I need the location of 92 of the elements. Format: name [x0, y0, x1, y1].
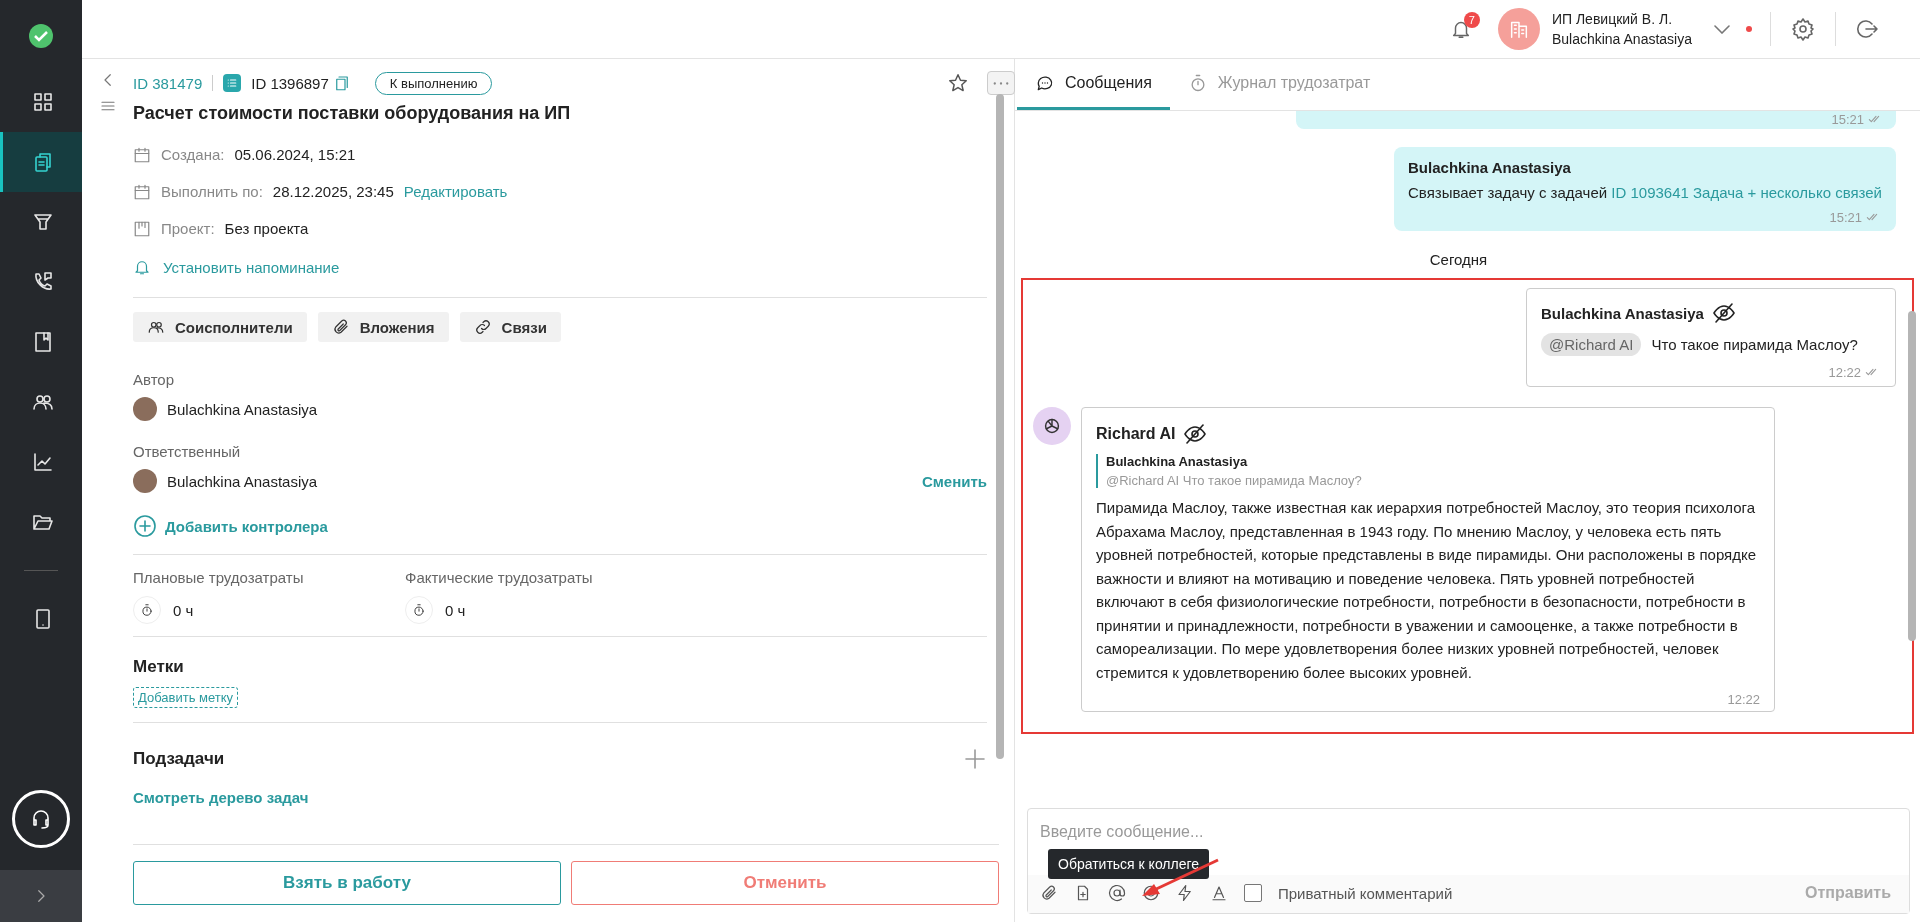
paperclip-icon	[1040, 884, 1058, 902]
send-button[interactable]: Отправить	[1799, 883, 1897, 903]
message-author: Bulachkina Anastasiya	[1541, 304, 1704, 322]
logo-icon	[28, 23, 54, 49]
effort-label: Плановые трудозатраты	[133, 569, 305, 586]
status-dot	[1746, 26, 1752, 32]
lightning-button[interactable]	[1176, 884, 1194, 902]
tab[interactable]: Журнал трудозатрат	[1169, 59, 1389, 110]
mention-chip: @Richard AI	[1541, 333, 1642, 356]
field-label: Выполнить по:	[161, 183, 263, 200]
ellipsis-icon	[993, 81, 1009, 85]
star-button[interactable]	[947, 72, 969, 94]
board-icon	[133, 219, 151, 238]
message-text: Пирамида Маслоу, также известная как иерархия потребностей Маслоу, это теория психолога Абрахама Маслоу, представленная в 1943 году. По мнению Маслоу, у человека есть пять уровней потребностей, которые представлены в виде пирамиды. Они расположены в порядке важности и влияют на мотивацию и поведение человека. Пять уровней потребностей включают в себя физиологические потребности, потребности в безопасности, потребности в принятии и принадлежности, потребности в уважении и самооценке, а также потребности в самореализации. По мере удовлетворения более низких уровней потребностей, человек стремится к удовлетворению более высоких уровней.	[1096, 498, 1758, 683]
text-format-button[interactable]	[1210, 884, 1228, 902]
paperclip-icon	[331, 318, 350, 336]
date-separator: Сегодня	[1429, 251, 1488, 268]
notification-count: 7	[1463, 12, 1480, 28]
field-value: 28.12.2025, 23:45	[272, 183, 394, 200]
effort-value: 0 ч	[173, 601, 194, 619]
bell-icon	[133, 258, 151, 276]
subtasks-heading: Подзадачи	[133, 749, 225, 769]
tab-button[interactable]: Связи	[459, 312, 561, 342]
private-checkbox[interactable]	[1244, 884, 1262, 902]
reminder-link[interactable]: Установить напоминание	[163, 258, 340, 276]
message-time: 15:21	[1829, 209, 1862, 225]
mention-button[interactable]	[1108, 884, 1126, 902]
parent-task-link[interactable]: ID 381479	[133, 74, 203, 92]
effort-value: 0 ч	[445, 601, 466, 619]
star-icon	[947, 72, 969, 94]
responsible-label: Ответственный	[133, 441, 242, 462]
at-sign-icon	[1108, 884, 1126, 902]
logout-icon	[1856, 17, 1880, 41]
message-time: 15:21	[1831, 111, 1864, 127]
task-link[interactable]: ID 1093641 Задача + несколько связей	[1611, 184, 1882, 201]
text-format-icon	[1210, 884, 1228, 902]
task-title: Расчет стоимости поставки оборудования на ИП	[133, 103, 572, 124]
nav-item[interactable]	[0, 132, 82, 192]
field-value: 05.06.2024, 15:21	[234, 146, 356, 163]
take-button[interactable]: Взять в работу	[133, 861, 561, 905]
plus-circle-icon	[133, 514, 157, 538]
change-link[interactable]: Сменить	[921, 472, 987, 490]
plus-icon	[963, 747, 987, 771]
tags-heading: Метки	[133, 657, 185, 677]
message-text: Что такое пирамида Маслоу?	[1651, 336, 1858, 353]
field-value: Без проекта	[224, 220, 309, 237]
message-time: 12:22	[1727, 692, 1760, 707]
field-label: Создана:	[161, 146, 225, 163]
cancel-button[interactable]: Отменить	[571, 861, 999, 905]
quote-text: @Richard AI Что такое пирамида Маслоу?	[1106, 473, 1363, 488]
lightning-icon	[1176, 884, 1194, 902]
tab-button[interactable]: Соисполнители	[133, 312, 307, 342]
field-label: Проект:	[161, 220, 215, 237]
attach-button[interactable]	[1040, 884, 1058, 902]
eye-slash-icon	[1183, 422, 1208, 446]
avatar	[133, 397, 157, 421]
task-tree-link[interactable]: Смотреть дерево задач	[133, 789, 987, 806]
author-name: Bulachkina Anastasiya	[167, 400, 318, 418]
emoji-button[interactable]	[1142, 884, 1160, 902]
avatar	[133, 469, 157, 493]
message-author: Bulachkina Anastasiya	[1408, 159, 1572, 176]
edit-link[interactable]: Редактировать	[403, 183, 508, 200]
tab-button[interactable]: Вложения	[317, 312, 449, 342]
support-button[interactable]	[12, 790, 70, 848]
link-icon	[473, 318, 492, 336]
tab[interactable]: Сообщения	[1017, 59, 1170, 110]
add-controller-link[interactable]: Добавить контролера	[165, 517, 328, 535]
smiley-icon	[1142, 884, 1160, 902]
author-label: Автор	[133, 369, 176, 390]
message-author: Richard AI	[1096, 425, 1176, 443]
chat-icon	[1035, 73, 1055, 93]
task-id: ID 1396897	[251, 74, 329, 92]
message-composer[interactable]: Введите сообщение... Приватный комментарий Отправить Обратиться к коллеге	[1027, 808, 1910, 914]
eye-slash-icon	[1711, 301, 1736, 325]
company-name: ИП Левицкий В. Л.	[1551, 11, 1674, 27]
private-label: Приватный комментарий	[1278, 884, 1453, 902]
add-tag-button[interactable]: Добавить метку	[133, 687, 239, 708]
scrollbar[interactable]	[1908, 311, 1916, 641]
stopwatch-icon	[412, 603, 426, 617]
effort-label: Фактические трудозатраты	[405, 569, 594, 586]
chevron-down-icon[interactable]	[1714, 24, 1730, 34]
calendar-icon	[133, 145, 151, 164]
stopwatch-icon	[140, 603, 154, 617]
message-time: 12:22	[1828, 364, 1861, 380]
user-name: Bulachkina Anastasiya	[1551, 31, 1692, 47]
scrollbar[interactable]	[996, 94, 1004, 759]
quote-author: Bulachkina Anastasiya	[1106, 454, 1249, 469]
message-text: Связывает задачу с задачей ID 1093641 Задача + несколько связей	[1408, 184, 1882, 201]
responsible-name: Bulachkina Anastasiya	[167, 472, 318, 490]
gear-icon	[1791, 17, 1815, 41]
tooltip: Обратиться к коллеге	[1048, 849, 1210, 879]
calendar-icon	[133, 182, 151, 201]
